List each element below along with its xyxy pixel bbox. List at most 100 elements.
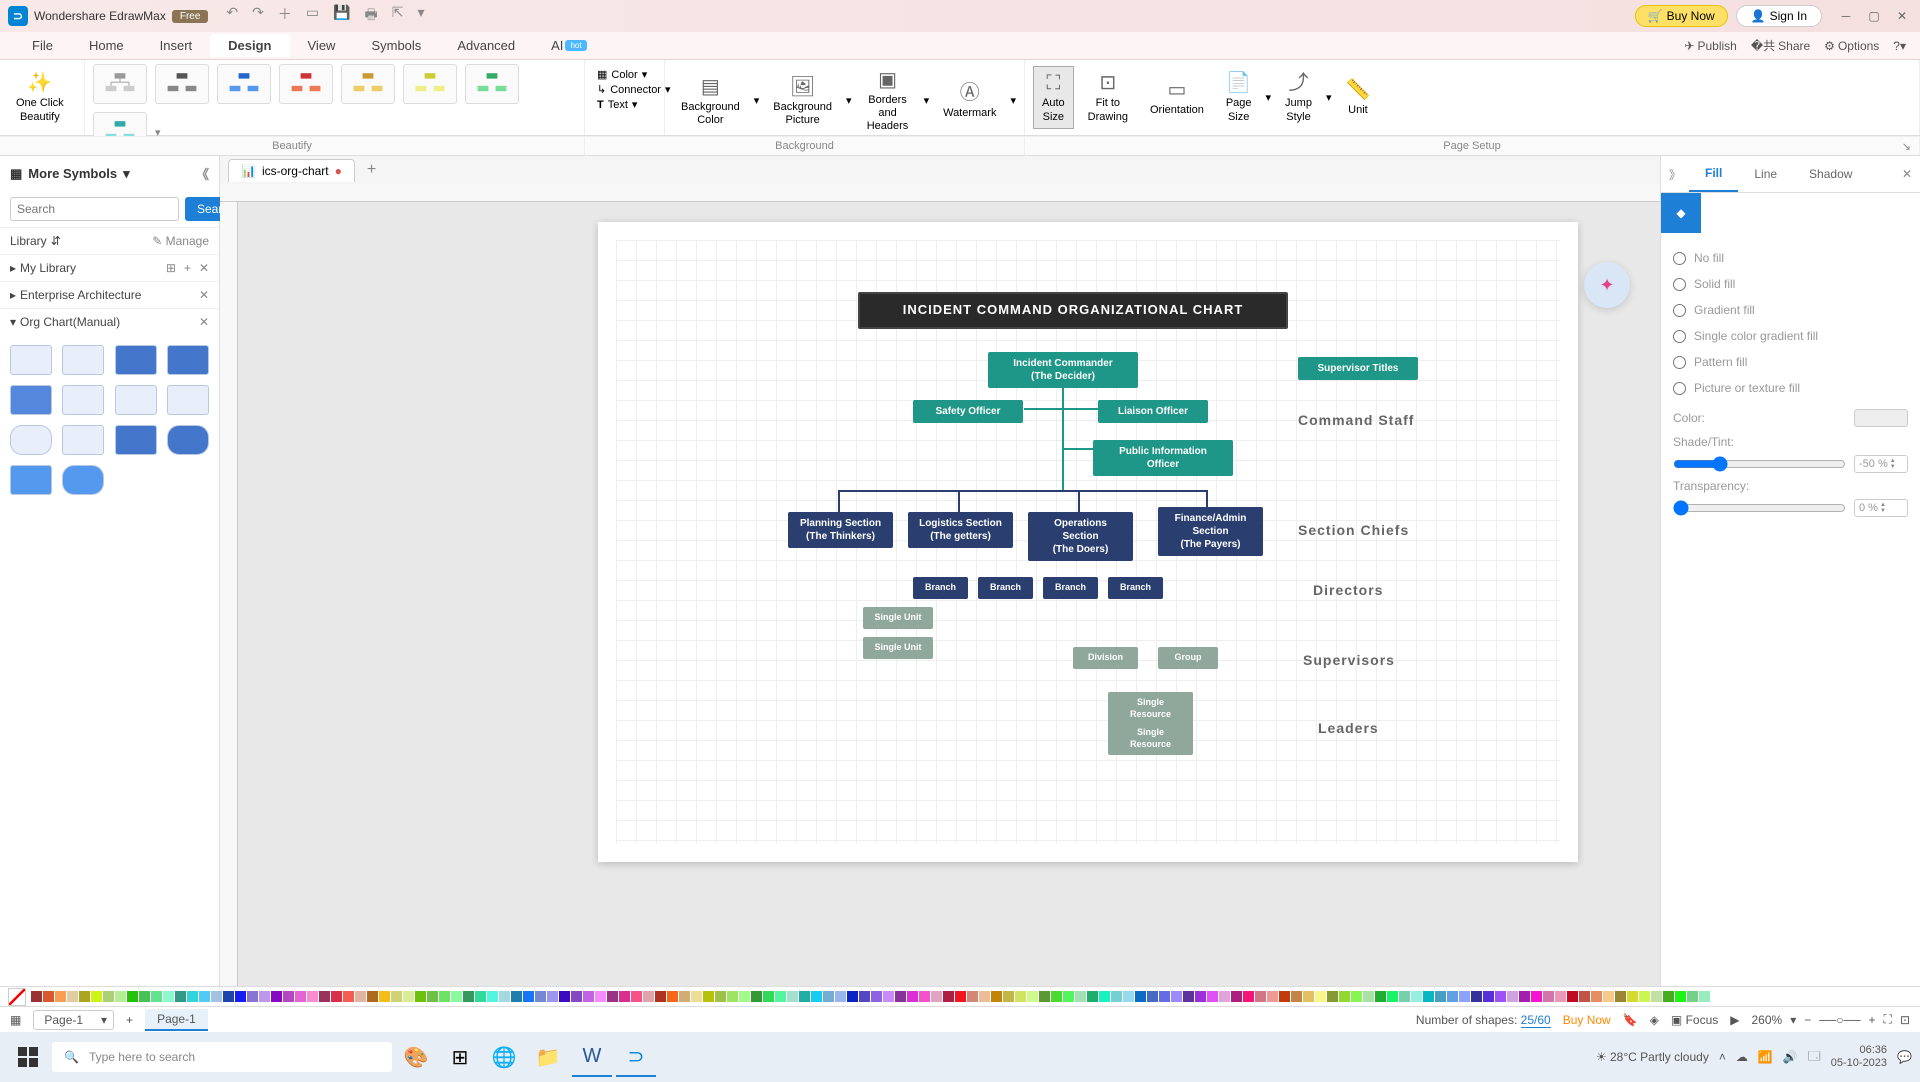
- color-swatch[interactable]: [223, 991, 234, 1002]
- fill-tool-icon[interactable]: ◆: [1661, 193, 1701, 233]
- color-swatch[interactable]: [1015, 991, 1026, 1002]
- color-swatch[interactable]: [979, 991, 990, 1002]
- watermark-drop[interactable]: ▾: [1010, 94, 1016, 107]
- color-swatch[interactable]: [367, 991, 378, 1002]
- color-swatch[interactable]: [619, 991, 630, 1002]
- color-swatch[interactable]: [343, 991, 354, 1002]
- tab-insert[interactable]: Insert: [142, 34, 211, 57]
- color-swatch[interactable]: [547, 991, 558, 1002]
- library-header[interactable]: Library ⇵✎ Manage: [0, 227, 219, 254]
- color-swatch[interactable]: [823, 991, 834, 1002]
- fullscreen-icon[interactable]: ⊡: [1900, 1013, 1910, 1027]
- page-tab[interactable]: Page-1: [145, 1009, 208, 1031]
- color-swatch[interactable]: [1687, 991, 1698, 1002]
- shape-thumb[interactable]: [10, 385, 52, 415]
- page-grid-icon[interactable]: ▦: [10, 1013, 21, 1027]
- color-swatch[interactable]: [643, 991, 654, 1002]
- color-swatch[interactable]: [1399, 991, 1410, 1002]
- publish-button[interactable]: ✈ Publish: [1684, 39, 1736, 53]
- edge-icon[interactable]: 🌐: [484, 1037, 524, 1077]
- color-swatch[interactable]: [1303, 991, 1314, 1002]
- color-swatch[interactable]: [907, 991, 918, 1002]
- color-swatch[interactable]: [715, 991, 726, 1002]
- redo-icon[interactable]: ↷: [252, 4, 264, 28]
- color-swatch[interactable]: [739, 991, 750, 1002]
- document-tab[interactable]: 📊 ics-org-chart ●: [228, 159, 355, 182]
- color-swatch[interactable]: [1555, 991, 1566, 1002]
- color-swatch[interactable]: [43, 991, 54, 1002]
- save-icon[interactable]: 💾: [333, 4, 350, 28]
- color-swatch[interactable]: [307, 991, 318, 1002]
- radio-solid-fill[interactable]: Solid fill: [1673, 271, 1908, 297]
- color-swatch[interactable]: [967, 991, 978, 1002]
- color-swatch[interactable]: [91, 991, 102, 1002]
- color-swatch[interactable]: [943, 991, 954, 1002]
- clock[interactable]: 06:3605-10-2023: [1831, 1044, 1887, 1070]
- color-swatch[interactable]: [919, 991, 930, 1002]
- color-swatch[interactable]: [427, 991, 438, 1002]
- undo-icon[interactable]: ↶: [226, 4, 238, 28]
- color-swatch[interactable]: [439, 991, 450, 1002]
- box-single-unit[interactable]: Single Unit: [863, 637, 933, 659]
- plus-icon[interactable]: +: [184, 261, 191, 275]
- radio-single-gradient[interactable]: Single color gradient fill: [1673, 323, 1908, 349]
- color-swatch[interactable]: [1183, 991, 1194, 1002]
- color-swatch[interactable]: [1243, 991, 1254, 1002]
- color-swatch[interactable]: [163, 991, 174, 1002]
- tray-chevron-icon[interactable]: ˄: [1719, 1050, 1726, 1064]
- color-swatch[interactable]: [259, 991, 270, 1002]
- tab-view[interactable]: View: [290, 34, 354, 57]
- maximize-button[interactable]: ▢: [1864, 9, 1884, 23]
- theme-preset-6[interactable]: [403, 64, 457, 104]
- collapse-panel-icon[interactable]: 《: [196, 164, 209, 183]
- color-swatch[interactable]: [295, 991, 306, 1002]
- zoom-out-button[interactable]: −: [1804, 1013, 1811, 1027]
- color-swatch[interactable]: [1003, 991, 1014, 1002]
- color-dropdown[interactable]: ▦ Color▾: [597, 68, 652, 81]
- shape-thumb[interactable]: [10, 465, 52, 495]
- color-swatch[interactable]: [1291, 991, 1302, 1002]
- color-swatch[interactable]: [1567, 991, 1578, 1002]
- zoom-level[interactable]: 260%: [1752, 1013, 1783, 1027]
- color-swatch[interactable]: [1279, 991, 1290, 1002]
- color-swatch[interactable]: [199, 991, 210, 1002]
- expand-panel-icon[interactable]: 》: [1661, 158, 1689, 191]
- color-swatch[interactable]: [1195, 991, 1206, 1002]
- close-section-icon[interactable]: ✕: [199, 261, 209, 275]
- color-swatch[interactable]: [595, 991, 606, 1002]
- shape-thumb[interactable]: [62, 465, 104, 495]
- color-swatch[interactable]: [1363, 991, 1374, 1002]
- color-swatch[interactable]: [835, 991, 846, 1002]
- buy-now-button[interactable]: 🛒 Buy Now: [1635, 5, 1728, 27]
- color-swatch[interactable]: [1663, 991, 1674, 1002]
- layers-icon[interactable]: ◈: [1650, 1013, 1659, 1027]
- color-swatch[interactable]: [1171, 991, 1182, 1002]
- box-supervisor-titles[interactable]: Supervisor Titles: [1298, 357, 1418, 380]
- theme-preset-5[interactable]: [341, 64, 395, 104]
- color-swatch[interactable]: [211, 991, 222, 1002]
- color-swatch[interactable]: [583, 991, 594, 1002]
- shape-thumb[interactable]: [115, 385, 157, 415]
- color-swatch[interactable]: [1087, 991, 1098, 1002]
- color-swatch[interactable]: [787, 991, 798, 1002]
- radio-pattern-fill[interactable]: Pattern fill: [1673, 349, 1908, 375]
- tab-fill[interactable]: Fill: [1689, 156, 1738, 192]
- tab-shadow[interactable]: Shadow: [1793, 157, 1868, 191]
- color-swatch[interactable]: [67, 991, 78, 1002]
- radio-no-fill[interactable]: No fill: [1673, 245, 1908, 271]
- tab-home[interactable]: Home: [71, 34, 142, 57]
- shape-thumb[interactable]: [167, 425, 209, 455]
- label-command-staff[interactable]: Command Staff: [1298, 412, 1414, 428]
- share-button[interactable]: �共 Share: [1751, 37, 1810, 54]
- color-swatch[interactable]: [679, 991, 690, 1002]
- section-enterprise[interactable]: ▸Enterprise Architecture✕: [0, 281, 219, 308]
- box-single-resource[interactable]: Single Resource: [1108, 722, 1193, 755]
- bg-color-drop[interactable]: ▾: [754, 94, 760, 107]
- page-size-button[interactable]: 📄Page Size: [1218, 67, 1260, 127]
- color-swatch[interactable]: [1447, 991, 1458, 1002]
- color-swatch[interactable]: [1147, 991, 1158, 1002]
- help-icon[interactable]: ?▾: [1893, 39, 1906, 53]
- language-icon[interactable]: 🗔: [1808, 1047, 1821, 1068]
- new-icon[interactable]: ＋: [278, 4, 292, 28]
- color-swatch[interactable]: [1327, 991, 1338, 1002]
